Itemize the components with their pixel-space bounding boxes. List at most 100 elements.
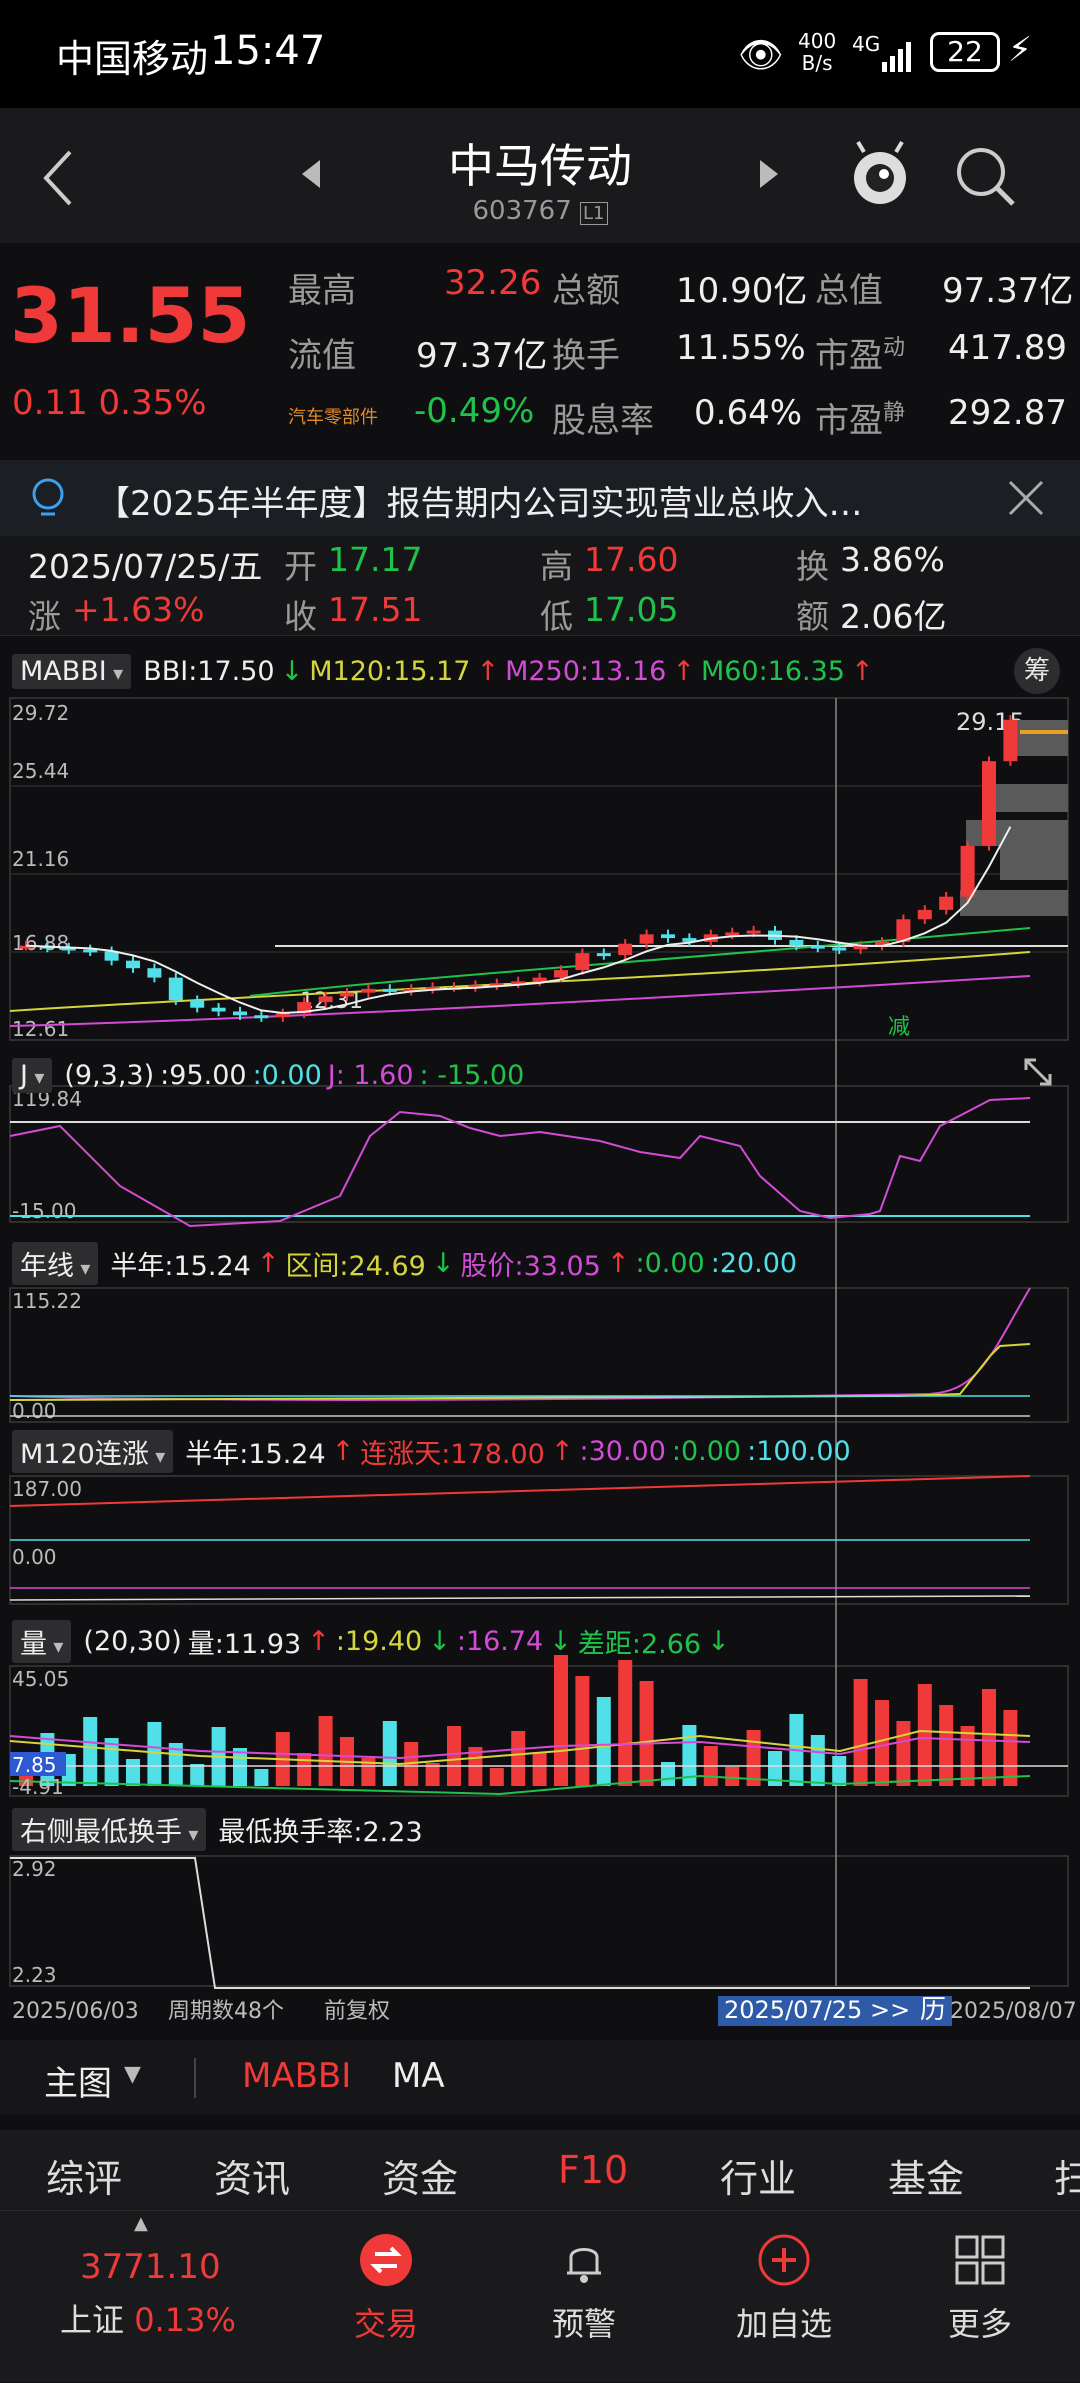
grid-icon (955, 2235, 1005, 2285)
tab-f10[interactable]: F10 (558, 2148, 628, 2192)
reduce-marker: 减 (888, 1015, 910, 1040)
dividend-value: 0.64% (694, 393, 803, 433)
candle (810, 945, 825, 949)
candle (982, 761, 996, 846)
trade-icon (360, 2234, 412, 2286)
year-v2: 区间:24.69 (285, 1250, 426, 1282)
alert-label: 预警 (551, 2305, 616, 2343)
volume-bar (382, 1721, 397, 1786)
vol-v4: 差距:2.66 (577, 1628, 702, 1660)
candle (832, 947, 847, 951)
tab-mabbi[interactable]: MABBI (242, 2056, 351, 2096)
year-y-top: 115.22 (12, 1289, 82, 1313)
high-label: 最高 (288, 271, 356, 311)
index-name[interactable]: 上证 0.13% (60, 2295, 236, 2341)
tab-ma[interactable]: MA (392, 2056, 445, 2096)
j-v3: J: 1.60 (327, 1059, 414, 1091)
back-icon[interactable] (40, 148, 76, 208)
high-value: 32.26 (444, 263, 542, 303)
turn-y-top: 2.92 (12, 1857, 57, 1881)
volume-bar (960, 1726, 975, 1786)
alert-button[interactable]: 预警 (484, 2211, 684, 2383)
candle (1003, 719, 1018, 762)
volume-bar (83, 1717, 98, 1786)
history-button[interactable]: 历 (920, 1995, 946, 2025)
candle (126, 960, 140, 969)
market-cap-value: 97.37亿 (942, 271, 1074, 311)
stock-code: 603767 L1 (340, 196, 740, 226)
chip-distribution-button[interactable]: 筹 (1014, 648, 1060, 694)
bottom-nav: ▲ 3771.10 上证 0.13% 交易 预警 加自选 更多 (0, 2210, 1080, 2382)
sector-label[interactable]: 汽车零部件 (288, 403, 378, 429)
j-indicator-select[interactable]: J (12, 1057, 53, 1093)
announcement-bar[interactable]: 【2025年半年度】报告期内公司实现营业总收入… (0, 460, 1080, 536)
volume-bar (147, 1722, 162, 1786)
volume-bar (725, 1767, 740, 1786)
j-params: (9,3,3) (64, 1059, 155, 1091)
main-indicator-select[interactable]: MABBI (12, 653, 132, 689)
volume-bar (318, 1716, 333, 1786)
year-indicator-select[interactable]: 年线 (12, 1241, 99, 1285)
j-v4: : -15.00 (419, 1059, 525, 1091)
search-icon[interactable] (955, 146, 1017, 208)
turnover-indicator-select[interactable]: 右侧最低换手 (12, 1807, 207, 1851)
candle (554, 970, 568, 978)
volume-indicator-select[interactable]: 量 (12, 1619, 72, 1663)
y-label: 16.88 (12, 931, 69, 955)
robot-assistant-icon[interactable] (850, 140, 910, 210)
m60-value: M60:16.35 (700, 655, 845, 687)
tab-more-cut[interactable]: 扫 (1054, 2148, 1080, 2203)
volume-bar (511, 1731, 526, 1786)
m120-indicator-select[interactable]: M120连涨 (12, 1429, 174, 1473)
stock-header: 中马传动 603767 L1 (0, 108, 1080, 243)
amount-value-2: 2.06亿 (840, 597, 947, 636)
volume-bar (853, 1679, 868, 1786)
tab-news[interactable]: 资讯 (214, 2148, 290, 2203)
j-y-bottom: -15.00 (12, 1199, 76, 1223)
m120-value: M120:15.17 (309, 655, 471, 687)
candle (917, 909, 932, 920)
crosshair-info: 2025/07/25/五 开 17.17 高 17.60 换 3.86% 涨 +… (0, 536, 1080, 636)
volume-bar (489, 1768, 504, 1786)
axis-adjust: 前复权 (324, 1999, 390, 2024)
tab-funds[interactable]: 资金 (382, 2148, 458, 2203)
amount-label-2: 额 (796, 597, 829, 636)
signal-icon (880, 36, 918, 72)
clock: 15:47 (210, 28, 326, 74)
index-value[interactable]: 3771.10 (80, 2247, 221, 2287)
volume-bar (254, 1769, 269, 1786)
turnover-value: 11.55% (676, 328, 806, 368)
next-stock-icon[interactable] (758, 160, 780, 188)
y-label: 25.44 (12, 759, 69, 783)
pe-static-label: 市盈静 (815, 400, 906, 441)
vol-v2: :19.40 (335, 1625, 423, 1657)
high-value-2: 17.60 (584, 540, 679, 579)
year-y-bottom: 0.00 (12, 1399, 57, 1423)
tab-overview[interactable]: 综评 (46, 2148, 122, 2203)
prev-stock-icon[interactable] (300, 160, 322, 188)
close-value: 17.51 (328, 590, 423, 629)
stock-name: 中马传动 (448, 139, 632, 193)
status-bar: 中国移动 15:47 👁 400 B/s 4G 22 ⚡ (0, 0, 1080, 108)
candle (233, 1011, 247, 1016)
volume-bar (810, 1735, 825, 1786)
cursor-date: 2025/07/25/五 (28, 547, 263, 586)
y-label: 12.61 (12, 1017, 69, 1041)
candle (960, 845, 975, 897)
volume-bar (297, 1753, 312, 1786)
caret-up-icon: ▲ (134, 2213, 148, 2234)
trade-button[interactable]: 交易 (286, 2211, 486, 2383)
quote-panel: 31.55 0.11 0.35% 最高 32.26 总额 10.90亿 总值 9… (0, 243, 1080, 458)
turnover-label-2: 换 (796, 547, 829, 586)
close-icon[interactable] (1008, 480, 1044, 516)
vol-params: (20,30) (83, 1625, 182, 1657)
more-button[interactable]: 更多 (880, 2211, 1080, 2383)
candle (190, 1000, 205, 1008)
tab-industry[interactable]: 行业 (720, 2148, 796, 2203)
volume-bar (939, 1705, 954, 1786)
add-watchlist-button[interactable]: 加自选 (684, 2211, 884, 2383)
axis-period: 周期数48个 (168, 1999, 284, 2024)
tab-main-chart[interactable]: 主图 (44, 2056, 112, 2105)
tab-fund[interactable]: 基金 (888, 2148, 964, 2203)
announcement-text[interactable]: 【2025年半年度】报告期内公司实现营业总收入… (96, 476, 863, 525)
